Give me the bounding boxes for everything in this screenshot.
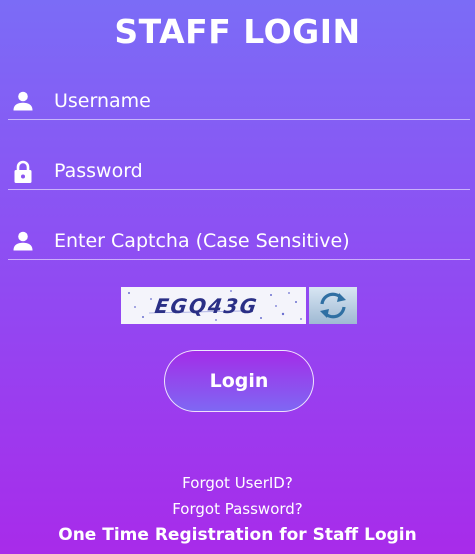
user-icon: [12, 230, 34, 252]
login-button[interactable]: Login: [164, 350, 314, 412]
registration-link[interactable]: One Time Registration for Staff Login: [0, 525, 475, 545]
password-input[interactable]: [54, 154, 454, 188]
username-input[interactable]: [54, 84, 454, 118]
refresh-captcha-button[interactable]: [309, 287, 357, 324]
password-field-row: [8, 154, 470, 190]
captcha-text: EGQ43G: [153, 294, 261, 318]
username-field-row: [8, 84, 470, 120]
user-icon: [12, 90, 34, 112]
lock-icon: [12, 160, 34, 183]
refresh-icon: [317, 290, 349, 325]
forgot-userid-link[interactable]: Forgot UserID?: [0, 474, 475, 492]
forgot-password-link[interactable]: Forgot Password?: [0, 500, 475, 518]
captcha-input[interactable]: [54, 224, 454, 258]
page-title: STAFF LOGIN: [114, 12, 361, 51]
captcha-field-row: [8, 224, 470, 260]
captcha-image: EGQ43G: [121, 287, 306, 324]
